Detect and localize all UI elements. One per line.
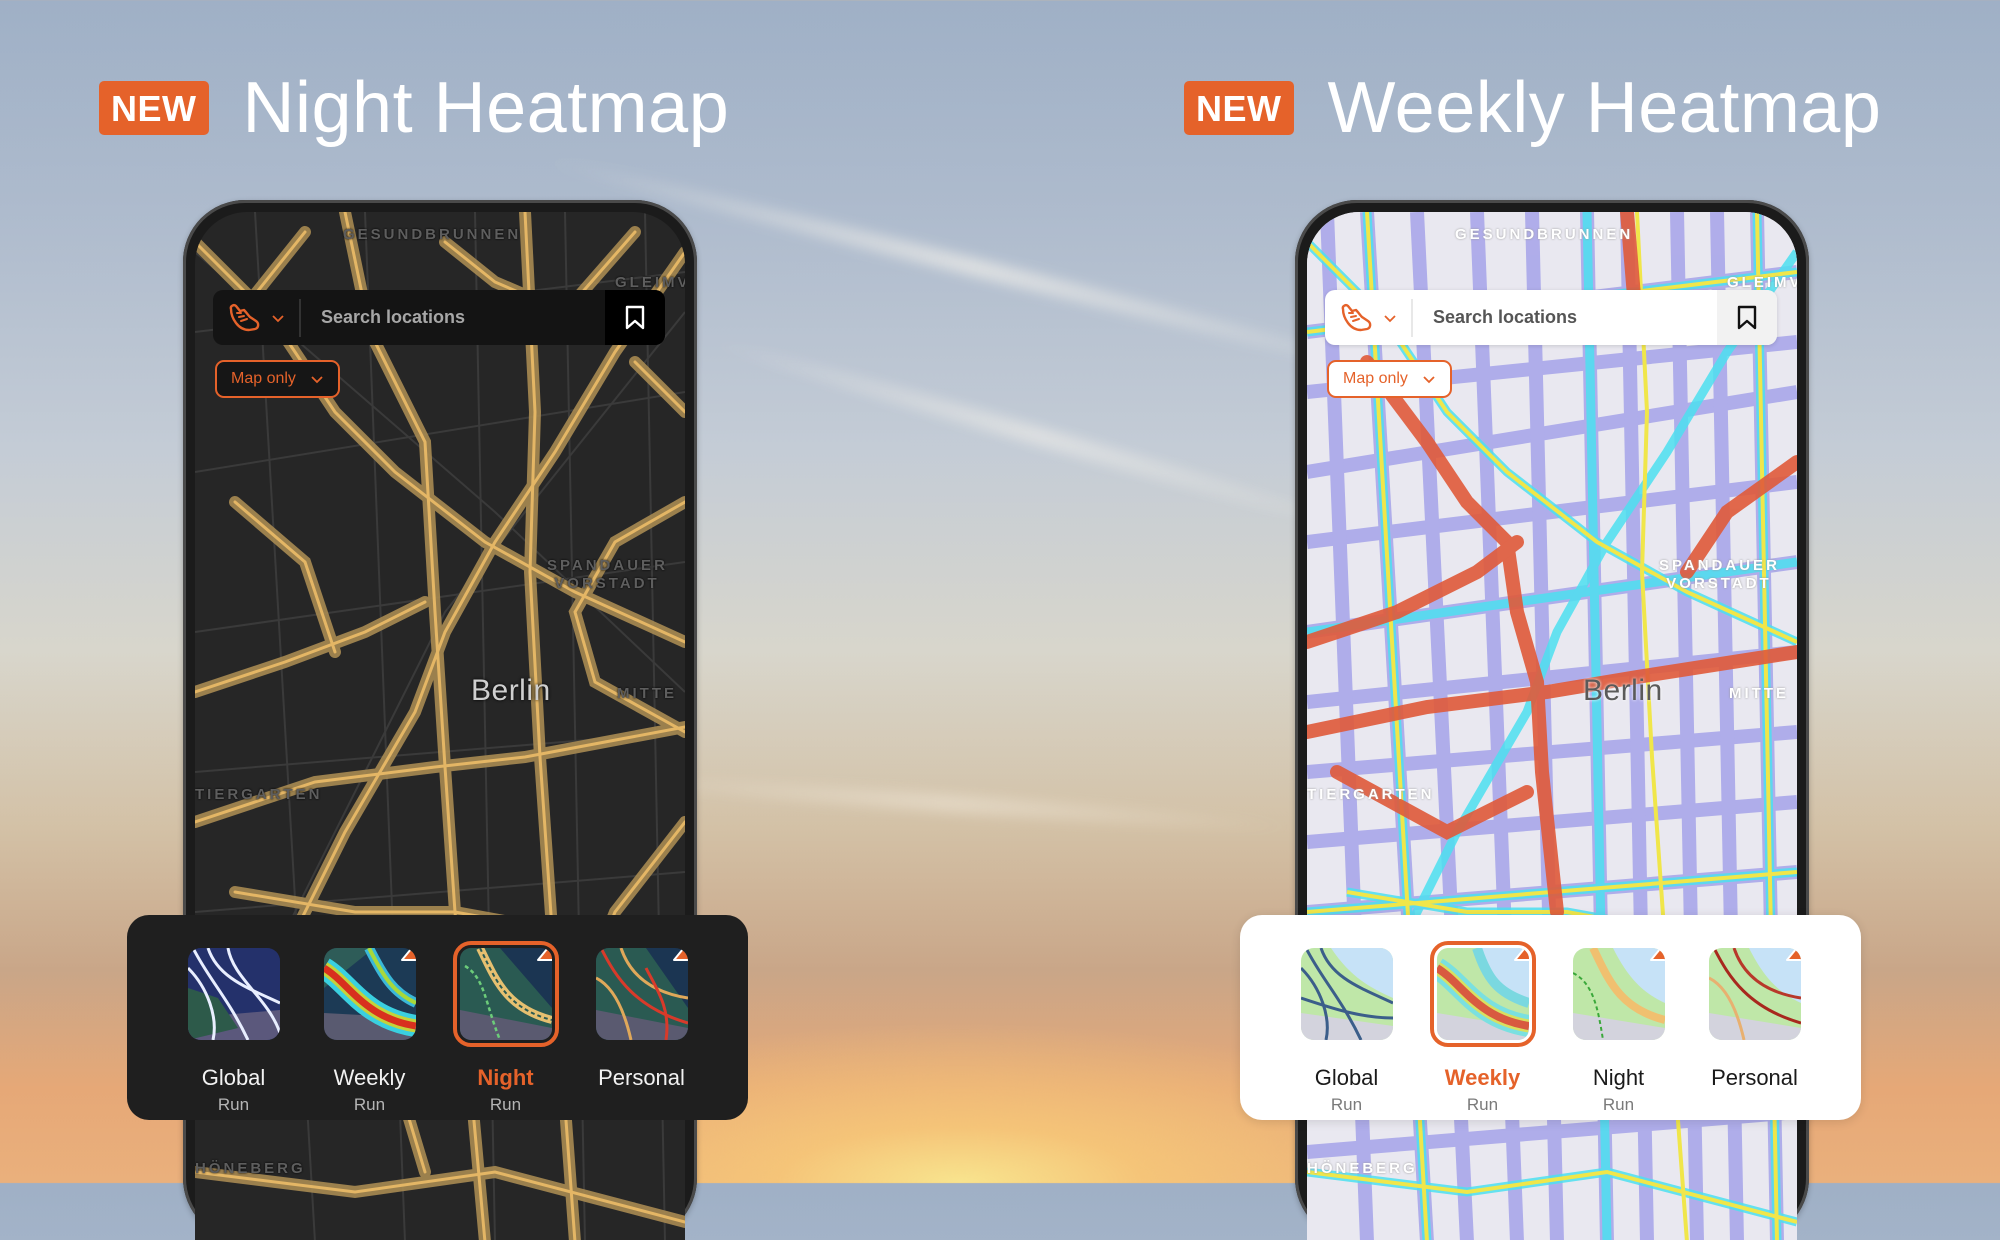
cloud-streak [697,330,1376,541]
shoe-icon [1341,303,1372,331]
tile-night[interactable]: Night Run [1572,948,1665,1120]
tile-sublabel: Run [217,1095,250,1114]
map-label-spandauer-vorstadt: SPANDAUER VORSTADT [547,557,668,592]
new-badge: NEW [1184,81,1294,135]
tile-sublabel: Run [1602,1095,1635,1114]
weekly-heatmap-thumbnail [323,948,416,1040]
tile-sublabel: Run [489,1095,522,1114]
headline-title: Night Heatmap [242,68,730,148]
tile-weekly[interactable]: Weekly Run [1429,941,1536,1120]
tile-label: Global [1314,1065,1379,1090]
tile-label: Night [477,1065,534,1090]
search-input[interactable]: Search locations [1413,307,1717,328]
map-label-mitte: MITTE [1729,685,1789,702]
headline-title: Weekly Heatmap [1327,68,1882,148]
weekly-heatmap-thumbnail [1429,941,1536,1047]
new-badge: NEW [99,81,209,135]
map-only-label: Map only [1343,370,1408,387]
premium-ribbon-icon [1785,948,1801,961]
premium-ribbon-icon [1513,948,1529,961]
map-label-schoeneberg: HÖNEBERG [195,1160,306,1177]
tile-weekly[interactable]: Weekly Run [323,948,416,1120]
sport-selector-button[interactable] [1325,290,1411,345]
chevron-down-icon [272,314,284,322]
shoe-icon [229,303,260,331]
tile-global[interactable]: Global Run [187,948,280,1120]
global-heatmap-thumbnail [1300,948,1393,1040]
heatmap-picker-weekly: Global Run Weekly Run Night Run Personal [1240,915,1861,1120]
tile-personal[interactable]: Personal [1708,948,1801,1120]
tile-night[interactable]: Night Run [452,941,559,1120]
chevron-down-icon [1423,376,1435,384]
map-label-tiergarten: TIERGARTEN [1307,786,1435,803]
tile-label: Personal [598,1065,685,1090]
tile-global[interactable]: Global Run [1300,948,1393,1120]
search-input[interactable]: Search locations [301,307,605,328]
headline-weekly: NEW Weekly Heatmap [1184,68,1882,148]
map-only-dropdown[interactable]: Map only [215,360,340,398]
global-heatmap-thumbnail [187,948,280,1040]
tile-sublabel: Run [1466,1095,1499,1114]
night-heatmap-thumbnail [452,941,559,1047]
personal-heatmap-thumbnail [1708,948,1801,1040]
map-label-berlin: Berlin [471,674,551,707]
tile-personal[interactable]: Personal [595,948,688,1120]
tile-label: Weekly [333,1065,406,1090]
chevron-down-icon [311,376,323,384]
chevron-down-icon [1384,314,1396,322]
bookmark-icon [625,305,645,329]
map-label-gesundbrunnen: GESUNDBRUNNEN [343,226,522,243]
tile-sublabel: Run [353,1095,386,1114]
map-label-berlin: Berlin [1583,674,1663,707]
premium-ribbon-icon [672,948,688,961]
premium-ribbon-icon [536,948,552,961]
premium-ribbon-icon [1649,948,1665,961]
tile-label: Weekly [1444,1065,1521,1090]
tile-label: Personal [1711,1065,1798,1090]
map-label-mitte: MITTE [617,685,677,702]
search-bar: Search locations [213,290,665,345]
bookmark-icon [1737,305,1757,329]
map-label-gesundbrunnen: GESUNDBRUNNEN [1455,226,1634,243]
cloud-streak [599,770,1299,837]
night-heatmap-thumbnail [1572,948,1665,1040]
map-label-spandauer-vorstadt: SPANDAUER VORSTADT [1659,557,1780,592]
map-only-dropdown[interactable]: Map only [1327,360,1452,398]
tile-label: Night [1592,1065,1645,1090]
map-only-label: Map only [231,370,296,387]
heatmap-picker-night: Global Run Weekly Run Night Run Personal [127,915,748,1120]
saved-routes-button[interactable] [605,290,665,345]
personal-heatmap-thumbnail [595,948,688,1040]
premium-ribbon-icon [400,948,416,961]
headline-night: NEW Night Heatmap [99,68,730,148]
map-label-tiergarten: TIERGARTEN [195,786,323,803]
search-bar: Search locations [1325,290,1777,345]
tile-sublabel: Run [1330,1095,1363,1114]
tile-label: Global [201,1065,266,1090]
map-label-schoeneberg: HÖNEBERG [1307,1160,1418,1177]
sport-selector-button[interactable] [213,290,299,345]
saved-routes-button[interactable] [1717,290,1777,345]
